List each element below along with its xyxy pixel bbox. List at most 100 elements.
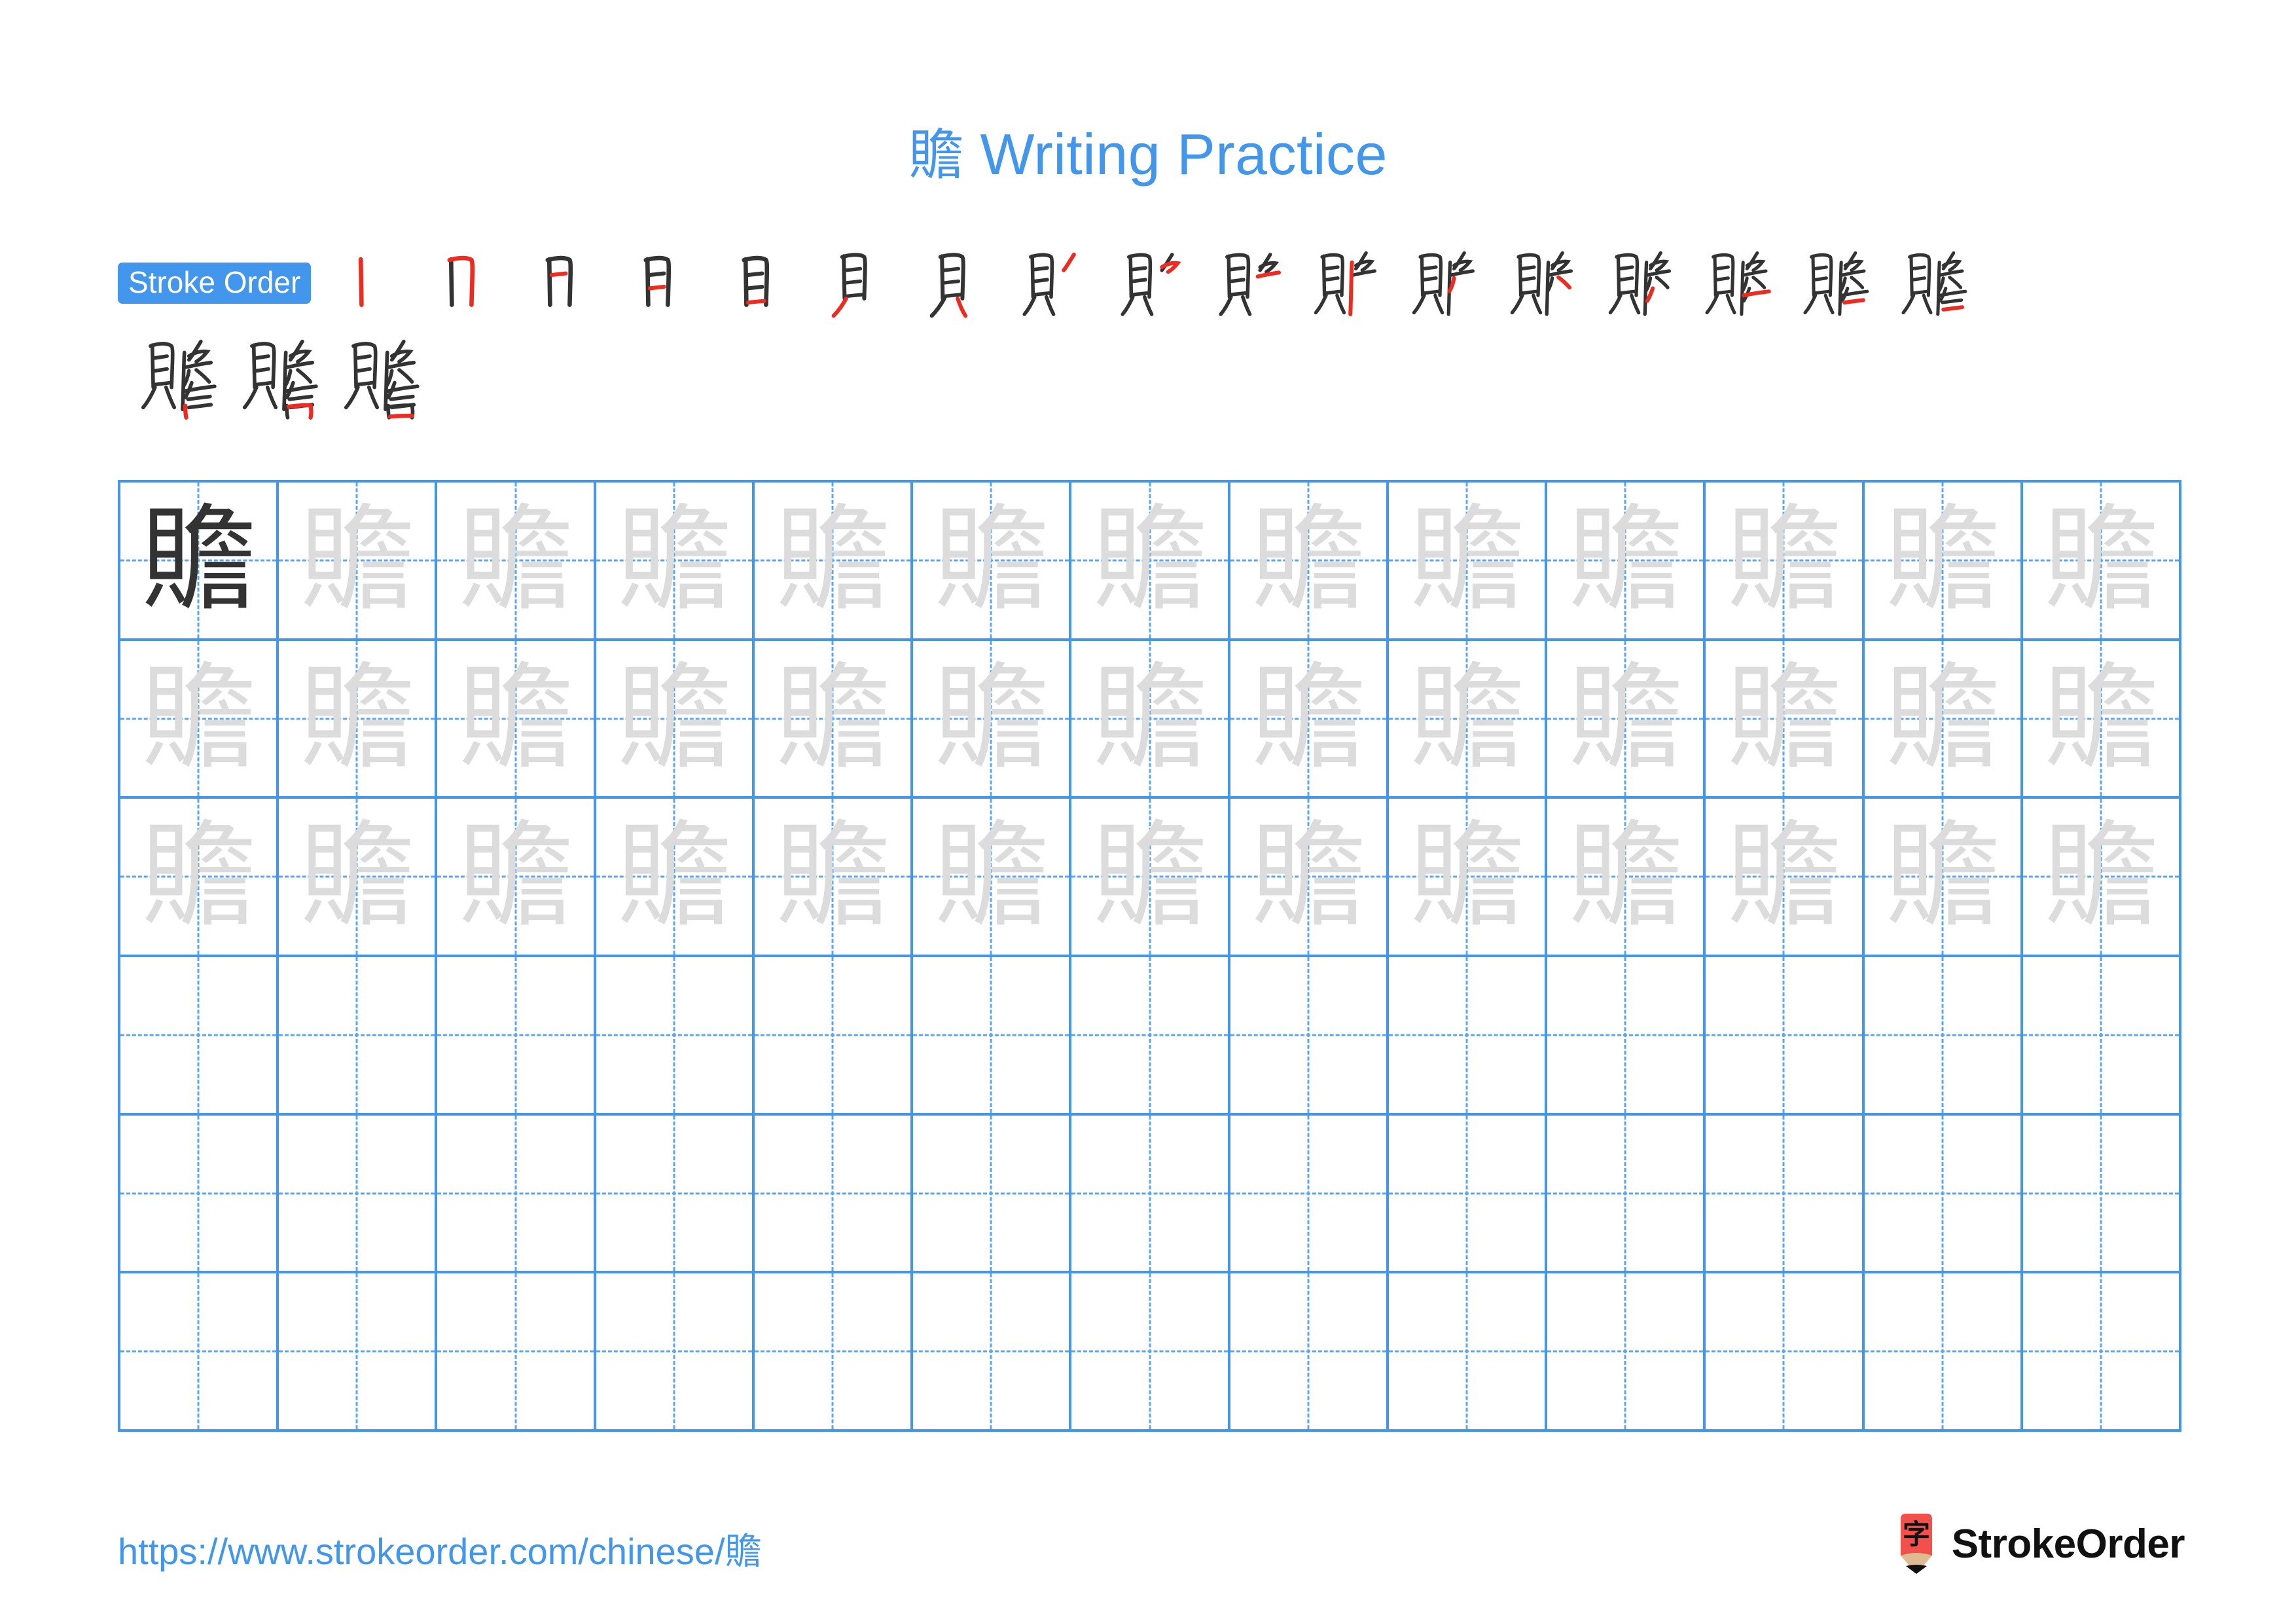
practice-grid-cell[interactable] <box>437 957 596 1113</box>
practice-grid-cell[interactable] <box>1864 957 2023 1113</box>
practice-grid-cell[interactable]: 贍 <box>437 799 596 955</box>
practice-grid-cell[interactable]: 贍 <box>1706 483 1865 638</box>
trace-character: 贍 <box>1568 492 1683 627</box>
trace-character: 贍 <box>2043 492 2159 627</box>
practice-grid-cell[interactable] <box>120 957 279 1113</box>
practice-grid-cell[interactable] <box>754 957 914 1113</box>
practice-grid-cell[interactable] <box>913 1273 1072 1430</box>
practice-grid-cell[interactable] <box>1388 957 1548 1113</box>
practice-grid-cell[interactable]: 贍 <box>596 640 755 797</box>
practice-grid-row <box>120 1273 2182 1432</box>
stroke-step-16-icon <box>1803 251 1869 316</box>
practice-grid-cell[interactable]: 贍 <box>279 640 438 797</box>
trace-character: 贍 <box>1726 809 1842 944</box>
practice-grid-cell[interactable]: 贍 <box>1547 799 1706 955</box>
stroke-step-18-icon <box>141 339 217 420</box>
practice-grid-cell[interactable]: 贍 <box>2022 640 2182 797</box>
practice-grid-cell[interactable] <box>913 1115 1072 1271</box>
practice-grid-cell[interactable] <box>1071 1115 1230 1271</box>
practice-grid-cell[interactable] <box>754 1273 914 1430</box>
practice-grid-cell[interactable] <box>1706 957 1865 1113</box>
practice-grid-cell[interactable]: 贍 <box>1547 483 1706 638</box>
practice-grid-cell[interactable]: 贍 <box>1230 483 1389 638</box>
practice-grid-cell[interactable]: 贍 <box>1071 799 1230 955</box>
practice-grid-cell[interactable] <box>1071 957 1230 1113</box>
trace-character: 贍 <box>1250 809 1366 944</box>
cell-horizontal-guide <box>754 1350 911 1353</box>
practice-grid-cell[interactable]: 贍 <box>2022 799 2182 955</box>
practice-grid-cell[interactable]: 贍 <box>913 483 1072 638</box>
practice-grid-cell[interactable]: 贍 <box>120 799 279 955</box>
practice-grid-cell[interactable] <box>1071 1273 1230 1430</box>
trace-character: 贍 <box>775 492 891 627</box>
practice-grid-cell[interactable]: 贍 <box>1706 640 1865 797</box>
practice-grid-cell[interactable]: 贍 <box>1864 483 2023 638</box>
practice-grid-cell[interactable] <box>437 1115 596 1271</box>
practice-grid-cell[interactable] <box>1230 1273 1389 1430</box>
practice-grid-cell[interactable] <box>1230 1115 1389 1271</box>
practice-grid-cell[interactable]: 贍 <box>1388 799 1548 955</box>
practice-grid-cell[interactable]: 贍 <box>596 483 755 638</box>
cell-horizontal-guide <box>1071 1350 1228 1353</box>
practice-grid-cell[interactable]: 贍 <box>279 483 438 638</box>
stroke-step-5-icon <box>742 255 770 307</box>
practice-grid-cell[interactable]: 贍 <box>1388 483 1548 638</box>
practice-grid-cell[interactable] <box>1547 1273 1706 1430</box>
practice-grid-cell[interactable] <box>2022 957 2182 1113</box>
practice-grid-cell[interactable]: 贍 <box>120 483 279 638</box>
practice-grid-cell[interactable]: 贍 <box>913 799 1072 955</box>
cell-horizontal-guide <box>596 1192 752 1195</box>
practice-grid-cell[interactable] <box>596 1115 755 1271</box>
practice-grid-cell[interactable]: 贍 <box>1388 640 1548 797</box>
practice-grid-cell[interactable]: 贍 <box>1706 799 1865 955</box>
practice-grid-cell[interactable] <box>1230 957 1389 1113</box>
practice-grid-cell[interactable] <box>120 1273 279 1430</box>
stroke-step-16 <box>1787 244 1886 322</box>
page-title-text: Writing Practice <box>963 122 1388 187</box>
practice-grid-cell[interactable] <box>437 1273 596 1430</box>
practice-grid-cell[interactable]: 贍 <box>754 640 914 797</box>
practice-grid-cell[interactable] <box>1706 1273 1865 1430</box>
practice-grid-cell[interactable] <box>2022 1273 2182 1430</box>
practice-grid-cell[interactable]: 贍 <box>1547 640 1706 797</box>
practice-grid-cell[interactable] <box>279 1115 438 1271</box>
practice-grid-cell[interactable] <box>1864 1273 2023 1430</box>
practice-grid-cell[interactable]: 贍 <box>437 483 596 638</box>
practice-grid-cell[interactable]: 贍 <box>120 640 279 797</box>
practice-grid-cell[interactable] <box>1864 1115 2023 1271</box>
practice-grid-cell[interactable]: 贍 <box>1071 483 1230 638</box>
practice-grid-cell[interactable] <box>596 1273 755 1430</box>
practice-grid-cell[interactable] <box>1388 1115 1548 1271</box>
cell-horizontal-guide <box>1547 1192 1704 1195</box>
cell-horizontal-guide <box>913 1350 1069 1353</box>
practice-grid-cell[interactable] <box>1547 1115 1706 1271</box>
trace-character: 贍 <box>1408 492 1524 627</box>
practice-grid-cell[interactable]: 贍 <box>1864 640 2023 797</box>
practice-grid-cell[interactable] <box>2022 1115 2182 1271</box>
practice-grid-cell[interactable] <box>913 957 1072 1113</box>
practice-grid-cell[interactable]: 贍 <box>913 640 1072 797</box>
practice-grid-cell[interactable] <box>279 957 438 1113</box>
practice-grid-cell[interactable]: 贍 <box>1071 640 1230 797</box>
practice-grid-cell[interactable]: 贍 <box>2022 483 2182 638</box>
practice-grid-cell[interactable]: 贍 <box>1230 799 1389 955</box>
cell-horizontal-guide <box>437 1034 594 1036</box>
cell-horizontal-guide <box>1230 1350 1386 1353</box>
practice-grid-cell[interactable]: 贍 <box>754 799 914 955</box>
practice-grid-cell[interactable]: 贍 <box>279 799 438 955</box>
practice-grid-cell[interactable] <box>120 1115 279 1271</box>
practice-grid-cell[interactable] <box>1706 1115 1865 1271</box>
practice-grid-cell[interactable]: 贍 <box>1864 799 2023 955</box>
practice-grid-cell[interactable]: 贍 <box>1230 640 1389 797</box>
practice-grid-cell[interactable] <box>1388 1273 1548 1430</box>
footer-url[interactable]: https://www.strokeorder.com/chinese/贍 <box>118 1522 762 1575</box>
trace-character: 贍 <box>1884 651 2000 786</box>
practice-grid-cell[interactable] <box>754 1115 914 1271</box>
trace-character: 贍 <box>1250 492 1366 627</box>
practice-grid-cell[interactable] <box>279 1273 438 1430</box>
practice-grid-cell[interactable]: 贍 <box>754 483 914 638</box>
practice-grid-cell[interactable] <box>596 957 755 1113</box>
practice-grid-cell[interactable]: 贍 <box>437 640 596 797</box>
practice-grid-cell[interactable] <box>1547 957 1706 1113</box>
practice-grid-cell[interactable]: 贍 <box>596 799 755 955</box>
